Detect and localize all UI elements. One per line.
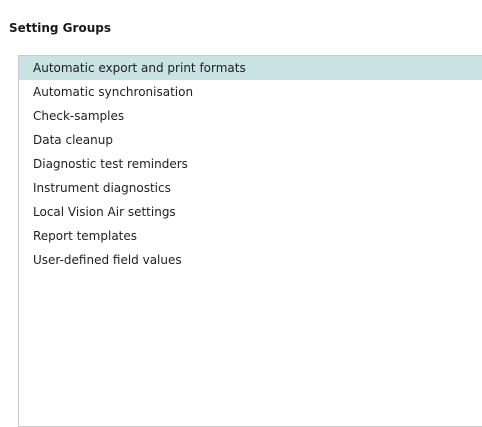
setting-groups-listbox[interactable]: Automatic export and print formats Autom…: [18, 55, 482, 427]
list-item-data-cleanup[interactable]: Data cleanup: [19, 128, 482, 152]
list-item-user-defined-field-values[interactable]: User-defined field values: [19, 248, 482, 272]
setting-groups-panel: Setting Groups Automatic export and prin…: [0, 0, 482, 427]
list-item-automatic-export-and-print-formats[interactable]: Automatic export and print formats: [19, 56, 482, 80]
list-item-automatic-synchronisation[interactable]: Automatic synchronisation: [19, 80, 482, 104]
list-item-diagnostic-test-reminders[interactable]: Diagnostic test reminders: [19, 152, 482, 176]
panel-title: Setting Groups: [9, 21, 111, 35]
list-item-instrument-diagnostics[interactable]: Instrument diagnostics: [19, 176, 482, 200]
list-item-local-vision-air-settings[interactable]: Local Vision Air settings: [19, 200, 482, 224]
list-item-check-samples[interactable]: Check-samples: [19, 104, 482, 128]
list-item-report-templates[interactable]: Report templates: [19, 224, 482, 248]
setting-groups-list: Automatic export and print formats Autom…: [19, 56, 482, 272]
